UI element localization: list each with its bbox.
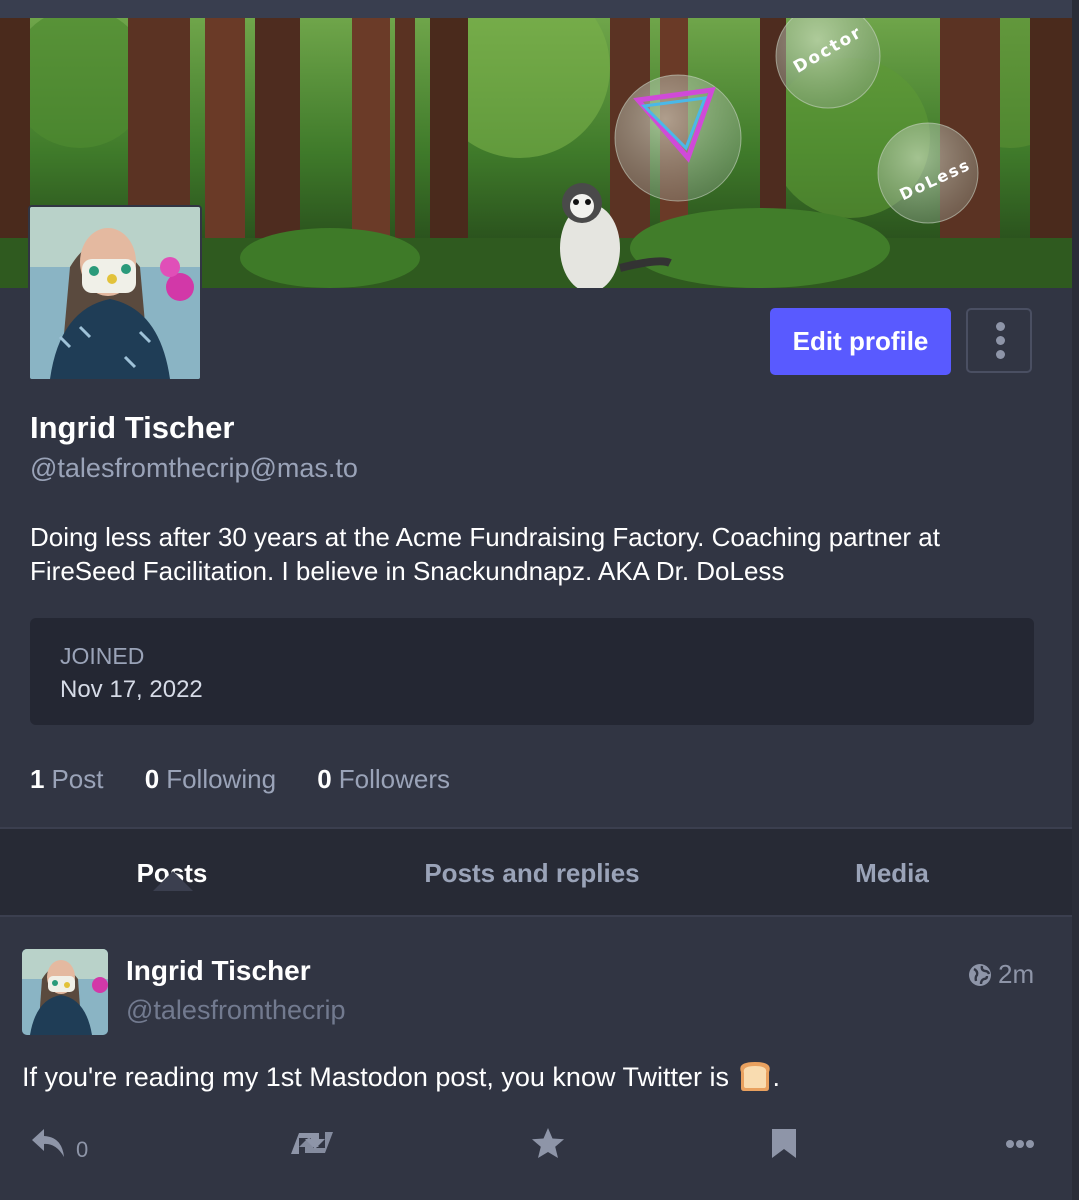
bio-line: FireSeed Facilitation. I believe in Snac… bbox=[30, 556, 785, 586]
active-tab-indicator bbox=[153, 871, 193, 891]
post-text-after: . bbox=[772, 1062, 781, 1092]
edit-profile-button[interactable]: Edit profile bbox=[770, 308, 951, 375]
post-author-avatar[interactable] bbox=[22, 949, 108, 1035]
display-name: Ingrid Tischer bbox=[30, 410, 235, 445]
posts-label: Post bbox=[51, 764, 104, 794]
reply-count: 0 bbox=[76, 1137, 89, 1162]
star-icon bbox=[532, 1128, 564, 1158]
tab-posts-and-replies[interactable]: Posts and replies bbox=[344, 829, 720, 917]
account-handle: @talesfromthecrip@mas.to bbox=[30, 453, 358, 483]
boost-button[interactable] bbox=[291, 1127, 333, 1171]
reply-icon bbox=[32, 1129, 64, 1157]
status-post[interactable]: Ingrid Tischer @talesfromthecrip 2m If y… bbox=[0, 917, 1072, 1200]
top-strip bbox=[0, 0, 1072, 18]
account-stats: 1 Post 0 Following 0 Followers bbox=[30, 764, 484, 795]
post-text-before: If you're reading my 1st Mastodon post, … bbox=[22, 1062, 737, 1092]
post-time-text: 2m bbox=[998, 959, 1035, 989]
scrollbar-track[interactable] bbox=[1072, 0, 1079, 1200]
posts-count-link[interactable]: 1 Post bbox=[30, 764, 104, 795]
profile-bio: Doing less after 30 years at the Acme Fu… bbox=[30, 520, 1040, 588]
joined-date: Nov 17, 2022 bbox=[60, 676, 203, 703]
following-count-link[interactable]: 0 Following bbox=[145, 764, 276, 795]
vertical-ellipsis-icon bbox=[996, 322, 1005, 331]
following-count: 0 bbox=[144, 764, 160, 794]
globe-icon bbox=[969, 964, 991, 986]
bread-emoji-icon bbox=[739, 1062, 770, 1091]
post-author-name[interactable]: Ingrid Tischer bbox=[126, 955, 311, 987]
followers-count-link[interactable]: 0 Followers bbox=[317, 764, 450, 795]
avatar-illustration bbox=[22, 949, 108, 1035]
favourite-button[interactable] bbox=[531, 1127, 565, 1171]
profile-avatar[interactable] bbox=[28, 205, 202, 381]
followers-count: 0 bbox=[317, 764, 332, 794]
reply-button[interactable] bbox=[30, 1127, 66, 1171]
posts-count: 1 bbox=[30, 764, 45, 794]
more-options-button[interactable] bbox=[966, 308, 1032, 373]
horizontal-ellipsis-icon bbox=[1006, 1140, 1034, 1148]
post-timestamp[interactable]: 2m bbox=[968, 959, 1034, 990]
profile-page: Doctor DoLess Edit profile Ingrid Tische… bbox=[0, 0, 1072, 1200]
joined-field: Joined Nov 17, 2022 bbox=[30, 618, 1034, 725]
bookmark-button[interactable] bbox=[771, 1127, 797, 1171]
boost-icon bbox=[291, 1132, 333, 1154]
following-label: Following bbox=[166, 764, 277, 794]
joined-label: Joined bbox=[60, 643, 145, 669]
post-author-handle: @talesfromthecrip bbox=[126, 995, 346, 1025]
followers-label: Followers bbox=[338, 764, 450, 794]
more-actions-button[interactable] bbox=[1005, 1127, 1035, 1171]
avatar-illustration bbox=[30, 207, 200, 379]
post-content: If you're reading my 1st Mastodon post, … bbox=[22, 1060, 780, 1093]
tab-media[interactable]: Media bbox=[720, 829, 1064, 917]
bio-line: Doing less after 30 years at the Acme Fu… bbox=[30, 522, 940, 552]
bookmark-icon bbox=[772, 1129, 796, 1158]
